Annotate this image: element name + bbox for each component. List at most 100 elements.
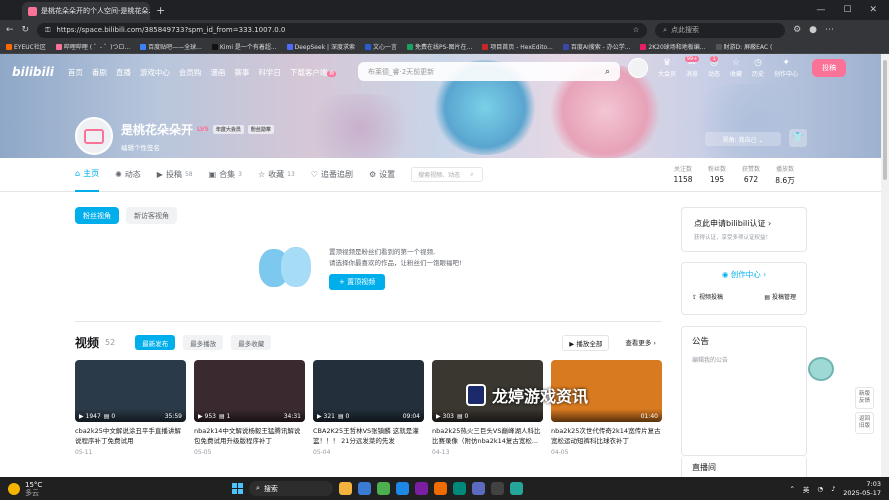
stat-item[interactable]: 关注数 1158 (672, 164, 694, 186)
see-more-link[interactable]: 查看更多 › (619, 335, 662, 351)
chrome-icon[interactable] (377, 482, 390, 495)
browser-tab[interactable]: 是桃花朵朵开的个人空间-是桃花朵... ✕ (22, 2, 150, 20)
video-card[interactable]: ▶ 953 ▤ 1 34:31 nba2k14中文解说杨毅王猛腾讯解说包免费试用升级版… (194, 360, 305, 456)
video-thumbnail[interactable]: ▶ 953 ▤ 1 34:31 (194, 360, 305, 422)
site-search-input[interactable]: 布莱德_睿·2天前更新 ⌕ (358, 62, 620, 81)
nav-icon-消息[interactable]: ✉ 消息 99+ (684, 56, 700, 78)
scrollbar[interactable] (881, 54, 889, 477)
nav-link[interactable]: 科学日 (258, 67, 281, 78)
avatar[interactable] (628, 58, 648, 78)
nav-link[interactable]: 下载客户端新 (290, 67, 337, 78)
sort-most-favorited-button[interactable]: 最多收藏 (231, 335, 272, 350)
stat-item[interactable]: 获赞数 672 (740, 164, 762, 186)
search-icon[interactable]: ⌕ (605, 67, 610, 77)
creator-center-link[interactable]: 创作中心 › (731, 270, 766, 279)
video-title[interactable]: nba2k25次世代传奇2k14宽传片复古宽松运动短裤科比球衣补丁 (551, 427, 662, 446)
mascot-float-icon[interactable] (808, 357, 834, 381)
video-card[interactable]: ▶ 303 ▤ 0 nba2k25热火三巨头VS巅峰湖人科比 比赛录像（附仿nba2… (432, 360, 543, 456)
outfit-icon[interactable]: 👕 (789, 129, 807, 147)
tab-收藏[interactable]: ☆ 收藏 13 (258, 158, 295, 192)
video-title[interactable]: nba2k25热火三巨头VS巅峰湖人科比 比赛录像（附仿nba2k14复古宽松.… (432, 427, 543, 446)
fan-view-tab[interactable]: 粉丝视角 (75, 207, 119, 224)
play-all-button[interactable]: ▶ 播放全部 (562, 334, 610, 351)
tray-chevron-icon[interactable]: ⌃ (789, 485, 794, 493)
clock[interactable]: 7:03 2025-05-17 (843, 480, 881, 498)
tab-合集[interactable]: ▣ 合集 3 (209, 158, 242, 192)
weather-icon[interactable] (8, 482, 20, 495)
sort-most-played-button[interactable]: 最多播放 (183, 335, 224, 350)
video-title[interactable]: cba2k25中文解说涂丑平手直播讲解说程序补丁免费试用 (75, 427, 186, 446)
bookmark-item[interactable]: 2K20球场和地板编... (640, 42, 706, 51)
verify-title[interactable]: 点此申请bilibili认证 › (694, 218, 794, 229)
nav-link[interactable]: 赛事 (234, 67, 249, 78)
nav-icon-动态[interactable]: ◎ 动态 1 (708, 56, 720, 78)
nav-link[interactable]: 番剧 (92, 67, 107, 78)
bookmark-item[interactable]: 文心一言 (364, 42, 397, 51)
new-tab-icon[interactable]: + (156, 4, 165, 17)
pin-video-button[interactable]: + 置顶视频 (329, 274, 386, 290)
nav-link[interactable]: 直播 (116, 67, 131, 78)
nav-icon-历史[interactable]: ◷ 历史 (752, 58, 764, 78)
volume-icon[interactable]: ♪ (831, 485, 835, 493)
fan-medal-badge[interactable]: 粉丝勋章 (247, 124, 274, 134)
edge-icon[interactable] (358, 482, 371, 495)
nav-link[interactable]: 漫画 (210, 67, 225, 78)
view-selector[interactable]: 视角: 我自己 ⌄ (705, 132, 781, 146)
tab-追番追剧[interactable]: ♡ 追番追剧 (311, 158, 353, 192)
maximize-icon[interactable]: ☐ (843, 5, 851, 15)
file-explorer-icon[interactable] (339, 482, 352, 495)
nav-link[interactable]: 会员购 (179, 67, 202, 78)
ime-lang[interactable]: 英 (803, 484, 810, 494)
back-icon[interactable]: ← (6, 25, 14, 35)
bookmark-item[interactable]: 百度贴吧——全球... (140, 42, 202, 51)
app-icon[interactable] (472, 482, 485, 495)
blender-icon[interactable] (434, 482, 447, 495)
nav-icon-大会员[interactable]: ♛ 大会员 (658, 58, 676, 78)
scrollbar-thumb[interactable] (883, 60, 887, 180)
close-window-icon[interactable]: ✕ (869, 5, 877, 15)
bookmark-item[interactable]: 哔哩哔哩 ( ゜- ゜)つロ... (55, 42, 130, 51)
verify-card[interactable]: 点此申请bilibili认证 › 获得认证，享受多项认证权益！ (681, 207, 807, 252)
store-icon[interactable] (396, 482, 409, 495)
bookmark-item[interactable]: 免费在线PS-图片在... (406, 42, 472, 51)
steam-icon[interactable] (491, 482, 504, 495)
tab-设置[interactable]: ⚙ 设置 (369, 158, 395, 192)
stat-item[interactable]: 粉丝数 195 (706, 164, 728, 186)
video-upload-link[interactable]: ⇪ 视频投稿 (692, 292, 723, 301)
sort-latest-button[interactable]: 最新发布 (135, 335, 176, 350)
bookmark-item[interactable]: 项目首页 - HexEdito... (482, 42, 553, 51)
profile-icon[interactable]: ● (809, 25, 817, 35)
bookmark-star-icon[interactable]: ☆ (633, 26, 639, 34)
taskbar-search[interactable]: ⌕ 搜索 (249, 481, 333, 496)
bookmark-item[interactable]: EYEUC社区 (6, 42, 46, 51)
nav-link[interactable]: 游戏中心 (140, 67, 170, 78)
nav-icon-收藏[interactable]: ☆ 收藏 (730, 58, 742, 78)
bilibili-logo[interactable]: bilibili (12, 65, 54, 79)
bookmark-item[interactable]: 百度AI搜索 - 办公学... (562, 42, 630, 51)
video-title[interactable]: CBA2K25王哲林VS张镇麟 这就是灌篮！！！ 21分远发菜的先发 (313, 427, 424, 446)
visitor-view-tab[interactable]: 新访客视角 (126, 207, 177, 224)
url-field[interactable]: ⚿ https://space.bilibili.com/385849733?s… (37, 22, 648, 38)
upload-manage-link[interactable]: ▤ 投稿管理 (764, 292, 796, 301)
tab-投稿[interactable]: ▶ 投稿 58 (157, 158, 193, 192)
windows-start-icon[interactable] (232, 483, 243, 494)
bookmark-item[interactable]: Kimi 是一个有着超... (211, 42, 277, 51)
video-thumbnail[interactable]: ▶ 1947 ▤ 0 35:59 (75, 360, 186, 422)
app-icon[interactable] (415, 482, 428, 495)
upload-button[interactable]: 投稿 (812, 59, 847, 77)
minimize-icon[interactable]: — (816, 5, 825, 15)
app-icon[interactable] (510, 482, 523, 495)
tab-主页[interactable]: ⌂ 主页 (75, 158, 100, 192)
video-title[interactable]: nba2k14中文解说杨毅王猛腾讯解说包免费试用升级版程序补丁 (194, 427, 305, 446)
video-card[interactable]: ▶ 1947 ▤ 0 35:59 cba2k25中文解说涂丑平手直播讲解说程序补丁免费… (75, 360, 186, 456)
nav-icon-创作中心[interactable]: ✦ 创作中心 (774, 58, 798, 78)
notice-edit[interactable]: 编辑我的公告 (692, 355, 796, 364)
video-thumbnail[interactable]: ▶ 321 ▤ 0 09:04 (313, 360, 424, 422)
video-card[interactable]: ▶ 321 ▤ 0 09:04 CBA2K25王哲林VS张镇麟 这就是灌篮！！！ 21… (313, 360, 424, 456)
app-icon[interactable] (453, 482, 466, 495)
old-version-button[interactable]: 返回旧版 (855, 412, 874, 434)
stat-item[interactable]: 播放数 8.6万 (774, 164, 796, 186)
refresh-icon[interactable]: ↻ (22, 25, 30, 35)
browser-search-field[interactable]: ⌕ 点此搜索 (655, 22, 786, 38)
extensions-icon[interactable]: ⚙ (793, 25, 801, 35)
